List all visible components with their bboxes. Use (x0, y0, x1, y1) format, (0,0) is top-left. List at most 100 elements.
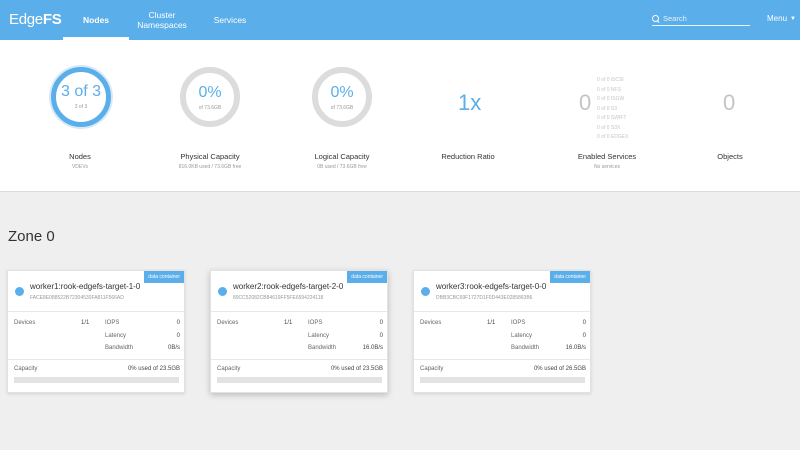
search-box (652, 12, 750, 26)
devices-label: Devices (217, 320, 239, 326)
capacity-label: Capacity (420, 366, 444, 372)
service-item: 0 of 0 S3X (597, 124, 621, 131)
top-nav-bar: EdgeFS Nodes Cluster Namespaces Services… (0, 0, 800, 40)
node-type-badge: data container (550, 271, 590, 283)
physical-ring-value: 0% (198, 84, 222, 101)
brand-logo[interactable]: EdgeFS (9, 11, 62, 28)
devices-value: 1/1 (81, 320, 90, 326)
bandwidth-label: Bandwidth (105, 345, 134, 351)
iops-label: IOPS (308, 320, 323, 326)
search-input[interactable] (663, 14, 747, 23)
capacity-label: Capacity (217, 366, 241, 372)
iops-label: IOPS (105, 320, 120, 326)
card-divider (211, 311, 387, 312)
node-type-badge: data container (347, 271, 387, 283)
capacity-label: Capacity (14, 366, 38, 372)
tab-nodes[interactable]: Nodes (63, 0, 129, 40)
reduction-label: Reduction Ratio (441, 152, 495, 161)
logical-ring-sub: of 73.6GB (330, 105, 354, 111)
card-divider (414, 359, 590, 360)
chevron-down-icon: ▼ (790, 15, 796, 22)
summary-panel: 3 of 3 3 of 3 Nodes VDEVs 0% of 73.6GB P… (0, 40, 800, 192)
service-item: 0 of 0 NFS (597, 86, 621, 93)
service-item: 0 of 0 iSCSI (597, 77, 624, 83)
logical-sub: 0B used / 73.6GB free (317, 164, 367, 170)
node-name: worker2:rook-edgefs-target-2-0 (233, 282, 344, 291)
tab-nodes-label: Nodes (83, 15, 109, 25)
nodes-ring-sub: 3 of 3 (74, 104, 88, 110)
devices-value: 1/1 (284, 320, 293, 326)
services-sub: No services (593, 164, 621, 170)
services-list: 0 of 0 iSCSI 0 of 0 NFS 0 of 0 ISGW 0 of… (597, 76, 628, 143)
node-name: worker3:rook-edgefs-target-0-0 (436, 282, 547, 291)
card-divider (211, 359, 387, 360)
node-name: worker1:rook-edgefs-target-1-0 (30, 282, 141, 291)
node-status-icon (218, 287, 227, 296)
devices-label: Devices (420, 320, 442, 326)
card-divider (8, 359, 184, 360)
latency-value: 0 (582, 333, 586, 339)
nodes-sub: VDEVs (71, 164, 89, 170)
services-label: Enabled Services (577, 152, 637, 161)
reduction-value: 1x (458, 90, 482, 115)
objects-label: Objects (717, 152, 743, 161)
card-divider (8, 311, 184, 312)
tab-cluster-namespaces[interactable]: Cluster Namespaces (134, 0, 190, 40)
physical-label: Physical Capacity (180, 152, 240, 161)
capacity-value: 0% used of 23.5GB (330, 366, 383, 372)
service-item: 0 of 0 EDGEX (597, 134, 629, 140)
bandwidth-label: Bandwidth (511, 345, 540, 351)
objects-value: 0 (723, 90, 736, 115)
services-value: 0 (579, 90, 592, 115)
menu-button[interactable]: Menu ▼ (767, 14, 796, 23)
capacity-bar (217, 377, 382, 383)
node-id: DBB3CBC69F1727D1F0D443E0285863B6 (436, 295, 533, 301)
capacity-bar (420, 377, 585, 383)
bandwidth-value: 0B/s (167, 345, 180, 351)
latency-value: 0 (176, 333, 180, 339)
node-type-badge: data container (144, 271, 184, 283)
node-status-icon (15, 287, 24, 296)
brand-part2: FS (42, 11, 62, 28)
iops-value: 0 (582, 320, 586, 326)
bandwidth-value: 16.0B/s (362, 345, 383, 351)
latency-label: Latency (308, 333, 330, 339)
latency-value: 0 (379, 333, 383, 339)
node-id: FACE8E088522B72304530FA811F566AD (30, 295, 124, 301)
capacity-value: 0% used of 23.5GB (127, 366, 180, 372)
physical-sub: 816.0KB used / 73.6GB free (178, 164, 242, 170)
tab-services-label: Services (213, 15, 247, 25)
physical-ring-sub: of 73.6GB (198, 105, 222, 111)
service-item: 0 of 0 S3 (597, 105, 618, 112)
bandwidth-value: 16.0B/s (565, 345, 586, 351)
card-divider (414, 311, 590, 312)
nodes-ring-value: 3 of 3 (60, 83, 102, 100)
capacity-bar (14, 377, 179, 383)
physical-ring: 0% of 73.6GB (180, 67, 240, 127)
brand-part1: Edge (9, 11, 43, 28)
capacity-value: 0% used of 26.5GB (533, 366, 586, 372)
node-card-worker1[interactable]: data container worker1:rook-edgefs-targe… (7, 270, 185, 393)
nodes-ring: 3 of 3 3 of 3 (51, 67, 111, 127)
latency-label: Latency (511, 333, 533, 339)
latency-label: Latency (105, 333, 127, 339)
node-status-icon (421, 287, 430, 296)
node-id: 89CC52082CB84619FF5FE6594224118 (233, 295, 324, 301)
menu-label: Menu (767, 14, 788, 23)
service-item: 0 of 0 ISGW (597, 96, 625, 102)
logical-ring: 0% of 73.6GB (312, 67, 372, 127)
iops-value: 0 (176, 320, 180, 326)
devices-label: Devices (14, 320, 36, 326)
logical-ring-value: 0% (330, 84, 354, 101)
tab-services[interactable]: Services (205, 0, 255, 40)
tab-cluster-namespaces-label: Cluster Namespaces (137, 10, 187, 30)
nodes-label: Nodes (69, 152, 91, 161)
service-item: 0 of 0 SWIFT (597, 115, 627, 121)
logical-label: Logical Capacity (314, 152, 370, 161)
iops-value: 0 (379, 320, 383, 326)
node-card-worker3[interactable]: data container worker3:rook-edgefs-targe… (413, 270, 591, 393)
bandwidth-label: Bandwidth (308, 345, 337, 351)
node-card-worker2[interactable]: data container worker2:rook-edgefs-targe… (210, 270, 388, 393)
search-icon (652, 14, 660, 23)
iops-label: IOPS (511, 320, 526, 326)
